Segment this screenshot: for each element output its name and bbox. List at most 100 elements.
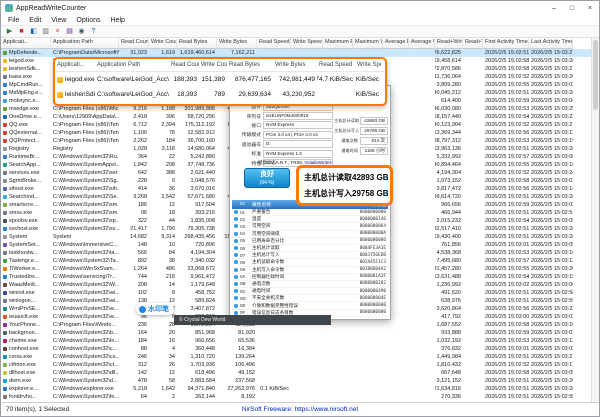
table-row[interactable]: backgroun...C:\Windows\System32\b...1642… <box>1 329 591 337</box>
cell: QQProtect... <box>1 138 51 144</box>
app-icon <box>3 395 7 399</box>
cell: 466,944 <box>435 210 463 216</box>
column-header-2[interactable]: Read Count <box>119 38 149 49</box>
field-label: 标准 <box>233 150 263 157</box>
column-header-9[interactable]: Maximum W... <box>353 38 383 49</box>
smart-id: 04 <box>240 231 252 236</box>
save-icon[interactable]: ◧ <box>29 27 38 36</box>
column-header-14[interactable]: First Activity Time <box>483 38 529 49</box>
column-header-7[interactable]: Write Speed <box>291 38 323 49</box>
cell: 589,824 <box>177 298 217 304</box>
menu-bar: FileEditViewOptionsHelp <box>1 15 599 26</box>
menu-edit[interactable]: Edit <box>24 17 46 24</box>
cell: 566 <box>119 250 149 256</box>
cell: csrss.exe <box>1 354 51 360</box>
find-icon[interactable]: ◉ <box>77 27 86 36</box>
maximize-button[interactable]: □ <box>563 1 581 15</box>
copy-icon[interactable]: ▥ <box>41 27 50 36</box>
cell: 5,332,992 <box>435 154 463 160</box>
smart-id: 0A <box>240 274 252 279</box>
cell: 2026/2/5 15:02:57 <box>483 258 529 264</box>
cell: 2026/2/5 15:03:01 <box>483 346 529 352</box>
menu-file[interactable]: File <box>3 17 24 24</box>
properties-icon[interactable]: ▤ <box>65 27 74 36</box>
delete-icon[interactable]: × <box>53 27 62 36</box>
table-row[interactable]: fontdrvho...C:\Windows\System32\fo...642… <box>1 393 591 401</box>
column-header-1[interactable]: Application Path <box>51 38 119 49</box>
cell: 2026/2/5 15:02:51 <box>483 378 529 384</box>
cell: 2,015,232 <box>435 218 463 224</box>
table-header: Applicati...Application PathRead CountWr… <box>1 38 591 49</box>
smart-raw-value: 001B8D04A2 <box>342 267 388 272</box>
scrollbar-thumb[interactable] <box>593 40 598 110</box>
cell: 2026/2/5 15:03:20 <box>529 266 573 272</box>
cell: C:\Windows\System32\sm... <box>51 210 119 216</box>
cell: C:\Windows\System32\W... <box>51 282 119 288</box>
smart-name: 控制器忙碌时间 <box>252 274 342 280</box>
cell: 84 <box>149 250 177 256</box>
cell: 58,720,256 <box>177 114 217 120</box>
cell: QQexternal... <box>1 130 51 136</box>
cell: 28 <box>149 322 177 328</box>
cell: explorer.e... <box>1 386 51 392</box>
app-icon <box>3 211 7 215</box>
minimize-button[interactable]: – <box>545 1 563 15</box>
column-header-5[interactable]: Write Bytes <box>217 38 257 49</box>
cell: 218 <box>149 274 177 280</box>
column-header-10[interactable]: Average Re... <box>383 38 409 49</box>
cell: 2026/2/5 15:02:51 <box>483 50 529 56</box>
cell: 2026/2/5 15:03:27 <box>529 50 573 56</box>
cell: 1,835,008 <box>177 218 217 224</box>
cell: 322 <box>119 218 149 224</box>
table-row[interactable]: chsime.exeC:\Windows\System32\In...18416… <box>1 337 591 345</box>
table-row[interactable]: explorer.e...C:\Windows\explorer.exe5,21… <box>1 385 591 393</box>
column-header-4[interactable]: Read Bytes <box>177 38 217 49</box>
cell: 966,656 <box>177 338 217 344</box>
column-header-11[interactable]: Average W... <box>409 38 435 49</box>
callout-cell: 0.1 KiB/Sec <box>355 76 381 83</box>
column-header-13[interactable]: Read+W... <box>463 38 483 49</box>
cell: taskhostw... <box>1 250 51 256</box>
cell: 2026/2/5 15:02:58 <box>483 178 529 184</box>
smart-name: 介质和数据完整性错误 <box>252 303 342 309</box>
cell: 1,179,648 <box>177 282 217 288</box>
table-row[interactable]: csrss.exeC:\Windows\System32\cs...246341… <box>1 353 591 361</box>
column-header-15[interactable]: Last Activity Time <box>529 38 573 49</box>
cell: 14,680,064 <box>177 146 217 152</box>
table-row[interactable]: dllhost.exeC:\Windows\System32\dll...142… <box>1 369 591 377</box>
close-button[interactable]: × <box>581 1 599 15</box>
nirsoft-link[interactable]: NirSoft Freeware: https://www.nirsoft.ne… <box>1 406 599 413</box>
cell: C:\Windows\System32\ser... <box>51 170 119 176</box>
table-row[interactable]: dwm.exeC:\Windows\System32\d...478582,88… <box>1 377 591 385</box>
callout-cell: 43,230,952 <box>273 91 317 98</box>
app-icon <box>3 331 7 335</box>
table-row[interactable]: MpDefende...C:\ProgramData\Microsoft\W..… <box>1 49 591 57</box>
column-header-8[interactable]: Maximum Re... <box>323 38 353 49</box>
column-header-0[interactable]: Applicati... <box>1 38 51 49</box>
cell: 2026/2/5 15:02:55 <box>483 162 529 168</box>
app-icon <box>3 51 7 55</box>
status-dot-icon <box>234 289 238 293</box>
field-value: 42893 GB <box>360 117 388 125</box>
totals-callout: 主机总计读取 42893 GB 主机总计写入 29758 GB <box>296 165 393 206</box>
health-status-button[interactable]: 良好 (94 %) <box>244 168 290 188</box>
cell: 96 <box>119 210 149 216</box>
vertical-scrollbar[interactable] <box>591 38 599 402</box>
column-header-6[interactable]: Read Speed <box>257 38 291 49</box>
menu-view[interactable]: View <box>46 17 71 24</box>
column-header-12[interactable]: Read+Writ... <box>435 38 463 49</box>
cell: svchost.exe <box>1 226 51 232</box>
play-icon[interactable]: ▶ <box>5 27 14 36</box>
cell: 2026/2/5 15:02:59 <box>529 298 573 304</box>
smart-id: 06 <box>240 246 252 251</box>
help-icon[interactable]: ? <box>89 27 98 36</box>
menu-options[interactable]: Options <box>71 17 105 24</box>
cell: 186 <box>119 202 149 208</box>
column-header-3[interactable]: Write Count <box>149 38 177 49</box>
cell: C:\Program Files (x86)\Ten... <box>51 138 119 144</box>
table-row[interactable]: ctfmon.exeC:\Windows\System32\ct...31226… <box>1 361 591 369</box>
stop-icon[interactable]: ■ <box>17 27 26 36</box>
menu-help[interactable]: Help <box>106 17 130 24</box>
table-row[interactable]: conhost.exeC:\Windows\System32\c...88436… <box>1 345 591 353</box>
cell: 36 <box>149 186 177 192</box>
